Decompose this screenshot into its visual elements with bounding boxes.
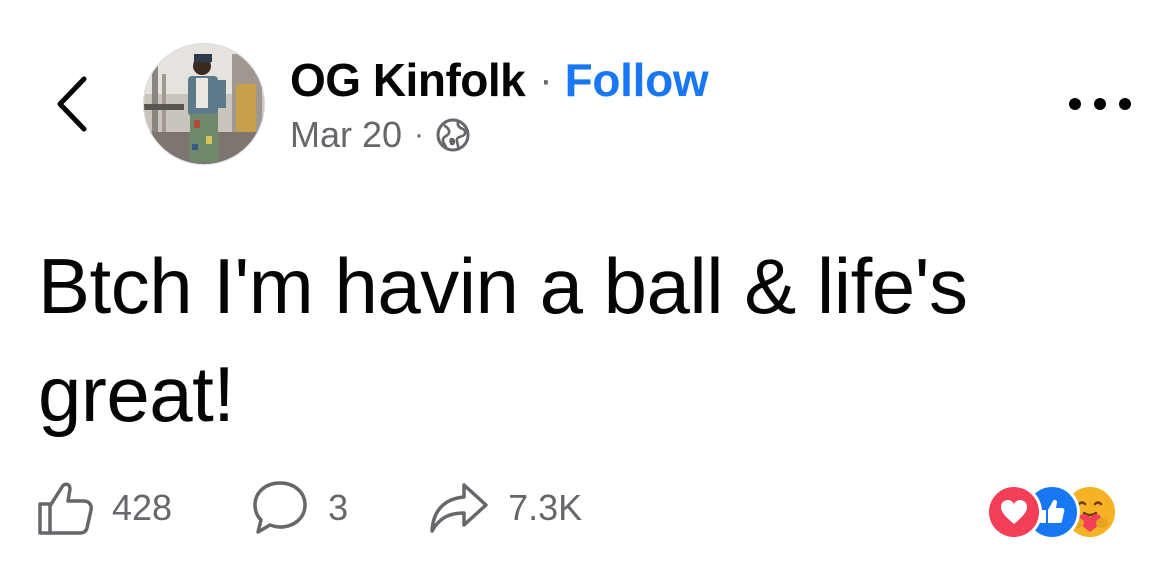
- like-button[interactable]: 428: [36, 479, 172, 537]
- avatar[interactable]: [143, 43, 265, 165]
- meta-separator: ·: [414, 118, 425, 151]
- post-date[interactable]: Mar 20: [290, 114, 402, 156]
- post-meta: Mar 20 ·: [290, 112, 470, 158]
- like-count: 428: [112, 487, 173, 528]
- reactions-summary[interactable]: [986, 480, 1142, 540]
- back-button[interactable]: [44, 72, 100, 136]
- follow-button[interactable]: Follow: [565, 53, 709, 107]
- thumbs-up-icon: [38, 482, 93, 535]
- action-bar: 428 3 7.3K: [36, 478, 582, 538]
- post-text: Btch I'm havin a ball & life's great!: [38, 242, 968, 438]
- avatar-image: [144, 44, 264, 164]
- comment-button[interactable]: 3: [250, 479, 348, 537]
- share-button[interactable]: 7.3K: [428, 479, 582, 537]
- share-arrow-icon: [430, 483, 488, 533]
- more-horizontal-icon: [1069, 98, 1131, 110]
- comment-icon: [253, 481, 307, 534]
- more-options-button[interactable]: [1060, 84, 1140, 124]
- author-name[interactable]: OG Kinfolk: [290, 53, 526, 107]
- name-separator: ·: [539, 57, 553, 102]
- share-count: 7.3K: [508, 487, 583, 528]
- author-row: OG Kinfolk · Follow: [290, 50, 709, 110]
- comment-count: 3: [328, 487, 349, 528]
- chevron-left-icon: [57, 76, 87, 132]
- globe-icon: [436, 118, 470, 152]
- love-reaction-icon: [986, 484, 1042, 540]
